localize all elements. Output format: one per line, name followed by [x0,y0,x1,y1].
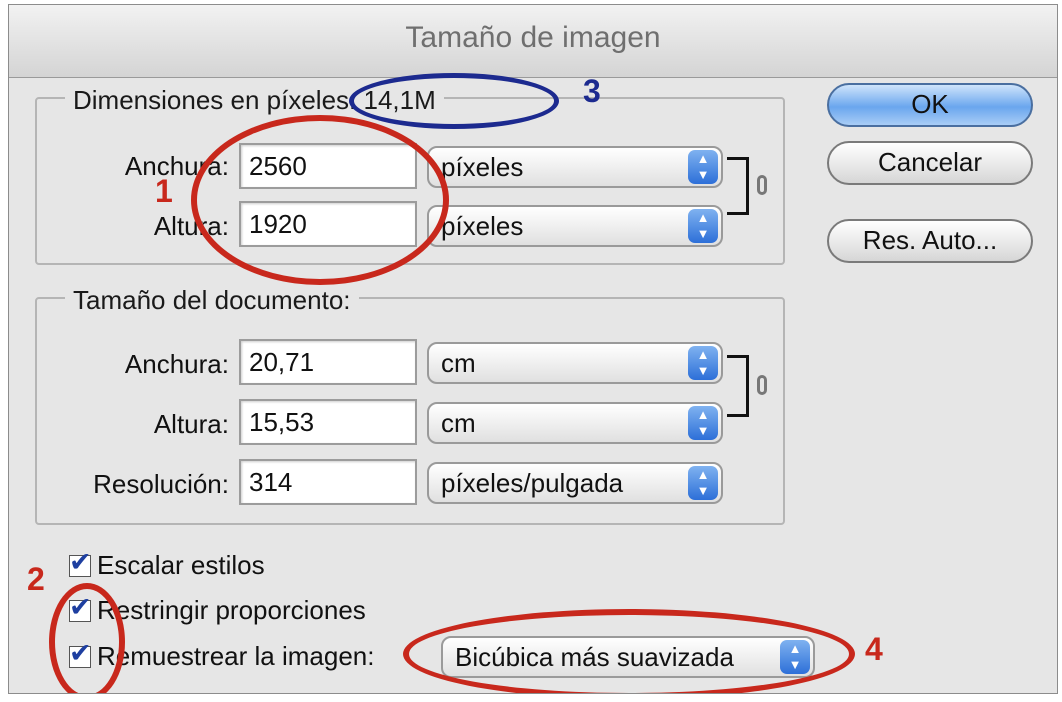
annotation-ellipse-3 [349,73,559,129]
resolution-label: Resolución: [93,469,229,499]
updown-arrows-icon: ▲ ▼ [688,346,718,380]
annotation-number-4: 4 [865,631,883,667]
resample-image-label: Remuestrear la imagen: [97,641,375,671]
updown-arrows-icon: ▲ ▼ [688,466,718,500]
pixel-height-unit-select[interactable]: píxeles ▲ ▼ [427,205,723,247]
pixel-height-unit-value: píxeles [441,211,524,241]
constrain-proportions-label: Restringir proporciones [97,595,366,625]
scale-styles-option[interactable]: Escalar estilos [69,547,265,581]
annotation-ellipse-2 [49,583,125,693]
annotation-number-1: 1 [155,173,173,209]
title-bar[interactable]: Tamaño de imagen [9,5,1057,78]
updown-arrows-icon: ▲ ▼ [688,150,718,184]
pixel-link-bracket [727,157,749,215]
annotation-ellipse-4 [403,609,855,693]
doc-height-unit-select[interactable]: cm ▲ ▼ [427,402,723,444]
doc-height-label: Altura: [153,409,229,439]
scale-styles-checkbox[interactable] [69,547,92,578]
chain-link-icon [757,375,767,395]
updown-arrows-icon: ▲ ▼ [688,209,718,243]
annotation-number-2: 2 [27,561,45,597]
doc-width-label: Anchura: [124,349,229,379]
annotation-number-3: 3 [583,73,601,109]
doc-width-unit-value: cm [441,348,476,378]
document-size-legend: Tamaño del documento: [65,285,359,316]
auto-resolution-button[interactable]: Res. Auto... [827,219,1033,263]
resolution-field[interactable]: 314 [239,459,417,505]
chain-link-icon [757,175,767,195]
annotation-ellipse-1 [191,115,449,285]
dialog-title: Tamaño de imagen [405,21,661,54]
resolution-unit-value: píxeles/pulgada [441,468,624,498]
pixel-width-unit-select[interactable]: píxeles ▲ ▼ [427,146,723,188]
resolution-unit-select[interactable]: píxeles/pulgada ▲ ▼ [427,462,723,504]
cancel-button[interactable]: Cancelar [827,141,1033,185]
doc-link-bracket [727,355,749,417]
pixel-width-unit-value: píxeles [441,152,524,182]
scale-styles-label: Escalar estilos [97,550,265,580]
doc-height-field[interactable]: 15,53 [239,399,417,445]
doc-height-unit-value: cm [441,408,476,438]
ok-button[interactable]: OK [827,83,1033,127]
doc-width-field[interactable]: 20,71 [239,339,417,385]
image-size-dialog: Tamaño de imagen Dimensiones en píxeles:… [8,4,1058,694]
updown-arrows-icon: ▲ ▼ [688,406,718,440]
doc-width-unit-select[interactable]: cm ▲ ▼ [427,342,723,384]
